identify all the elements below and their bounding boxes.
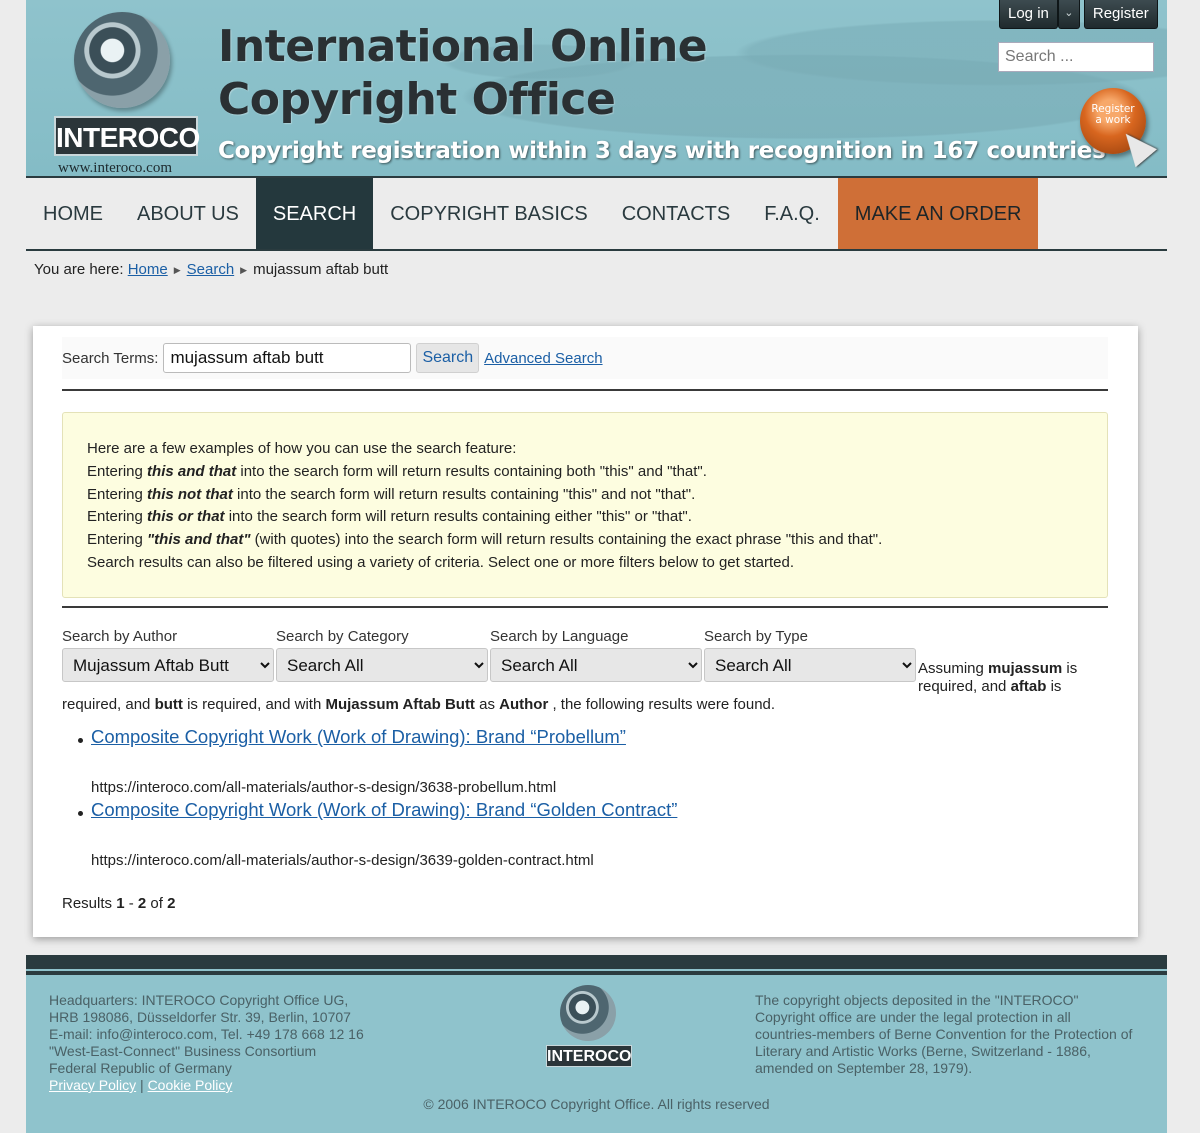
site-footer: Headquarters: INTEROCO Copyright Office … [26,955,1167,1133]
nav-faq[interactable]: F.A.Q. [747,178,837,249]
result-url: https://interoco.com/all-materials/autho… [91,779,557,796]
nav-copyright-basics[interactable]: COPYRIGHT BASICS [373,178,604,249]
result-item: Composite Copyright Work (Work of Drawin… [62,726,1062,799]
breadcrumb-separator-icon: ▶ [240,265,248,275]
auth-bar: Log in ⌄ Register [999,0,1158,29]
tips-outro: Search results can also be filtered usin… [87,553,795,571]
footer-legal-text: The copyright objects deposited in the "… [755,992,1133,1076]
results-list: Composite Copyright Work (Work of Drawin… [62,726,1062,872]
tip-or: Entering this or that into the search fo… [87,508,692,526]
site-title-line2: Copyright Office [218,74,616,125]
login-button[interactable]: Log in [999,0,1058,29]
site-title: International Online Copyright Office [218,20,708,126]
breadcrumb-search[interactable]: Search [187,261,235,278]
footer-contact: Headquarters: INTEROCO Copyright Office … [49,992,364,1093]
tip-not: Entering this not that into the search f… [87,485,696,503]
advanced-search-link[interactable]: Advanced Search [484,350,602,367]
nav-search[interactable]: SEARCH [255,178,374,249]
logo-url: www.interoco.com [58,160,172,176]
filter-type-label: Search by Type [704,628,808,645]
globe-icon [74,12,170,108]
privacy-policy-link[interactable]: Privacy Policy [49,1077,136,1093]
site-tagline: Copyright registration within 3 days wit… [218,138,1106,164]
search-terms-input[interactable] [163,343,412,373]
nav-home[interactable]: HOME [26,178,120,249]
footer-copyright: © 2006 INTEROCO Copyright Office. All ri… [423,1096,770,1112]
register-button[interactable]: Register [1083,0,1158,29]
footer-logo: INTEROCO [546,985,632,1069]
tip-and: Entering this and that into the search f… [87,462,707,480]
globe-icon [560,985,616,1041]
breadcrumb-home[interactable]: Home [128,261,168,278]
site-title-line1: International Online [218,21,708,72]
search-assumption-continued: required, and butt is required, and with… [62,696,776,713]
nav-contacts[interactable]: CONTACTS [605,178,748,249]
footer-logo-text: INTEROCO [546,1045,632,1067]
tip-phrase: Entering "this and that" (with quotes) i… [87,531,883,549]
tips-intro: Here are a few examples of how you can u… [87,440,517,457]
divider [62,606,1108,608]
filter-language-label: Search by Language [490,628,629,645]
filter-type-select[interactable]: Search All [704,648,916,682]
register-work-button[interactable]: Register a work [1080,88,1158,168]
nav-make-an-order[interactable]: MAKE AN ORDER [837,178,1039,249]
site-header: INTEROCO www.interoco.com International … [26,0,1167,178]
filter-author-label: Search by Author [62,628,178,645]
breadcrumb-prefix: You are here: [34,261,124,278]
result-title-link[interactable]: Composite Copyright Work (Work of Drawin… [91,726,626,747]
site-logo[interactable]: INTEROCO www.interoco.com [54,12,204,176]
results-counter: Results 1 - 2 of 2 [62,895,176,912]
result-url: https://interoco.com/all-materials/autho… [91,852,594,869]
filter-type: Search by Type Search All [704,628,916,682]
filter-category-label: Search by Category [276,628,409,645]
filter-author: Search by Author Mujassum Aftab Butt [62,628,274,682]
logo-text: INTEROCO [54,116,200,156]
search-results-card: Search Terms: Search Advanced Search Her… [33,326,1138,937]
search-form: Search Terms: Search Advanced Search [62,337,1108,379]
filter-language: Search by Language Search All [490,628,702,682]
search-tips-box: Here are a few examples of how you can u… [62,412,1108,598]
breadcrumb-current: mujassum aftab butt [253,261,389,278]
site-search-input[interactable] [998,42,1154,72]
search-assumption: Assuming mujassum is required, and aftab… [918,660,1078,695]
result-item: Composite Copyright Work (Work of Drawin… [62,799,1062,872]
result-title-link[interactable]: Composite Copyright Work (Work of Drawin… [91,799,677,820]
breadcrumb: You are here: Home ▶ Search ▶ mujassum aftab… [34,261,388,278]
breadcrumb-separator-icon: ▶ [173,265,181,275]
nav-about-us[interactable]: ABOUT US [120,178,256,249]
search-terms-label: Search Terms: [62,349,159,367]
filter-category-select[interactable]: Search All [276,648,488,682]
search-button[interactable]: Search [416,343,480,373]
divider [62,389,1108,391]
filter-category: Search by Category Search All [276,628,488,682]
main-nav: HOME ABOUT US SEARCH COPYRIGHT BASICS CO… [26,178,1167,251]
filter-language-select[interactable]: Search All [490,648,702,682]
cookie-policy-link[interactable]: Cookie Policy [148,1077,233,1093]
filter-author-select[interactable]: Mujassum Aftab Butt [62,648,274,682]
chevron-down-icon[interactable]: ⌄ [1057,0,1080,29]
